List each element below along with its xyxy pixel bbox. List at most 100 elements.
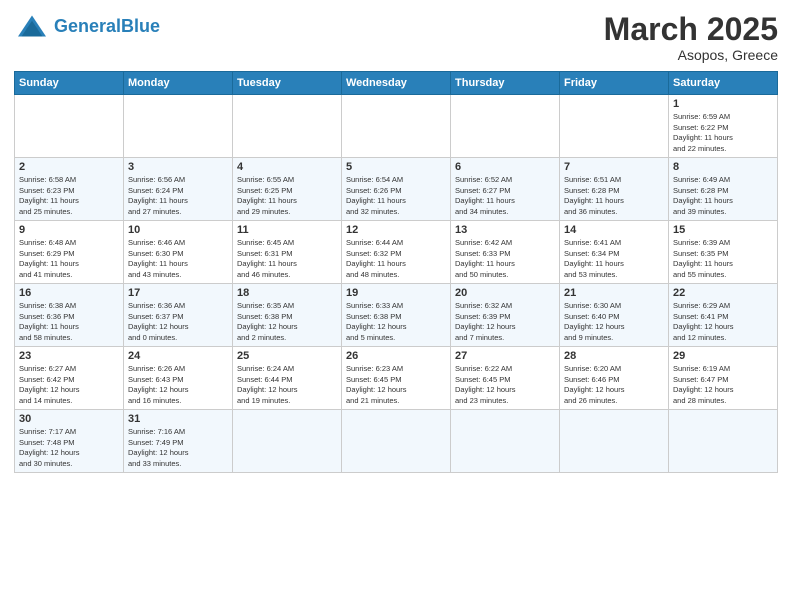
calendar-cell: 3 Sunrise: 6:56 AM Sunset: 6:24 PM Daylig… bbox=[124, 158, 233, 221]
day-info: Sunrise: 6:19 AM Sunset: 6:47 PM Dayligh… bbox=[673, 364, 773, 406]
day-info: Sunrise: 6:46 AM Sunset: 6:30 PM Dayligh… bbox=[128, 238, 228, 280]
day-info: Sunrise: 6:41 AM Sunset: 6:34 PM Dayligh… bbox=[564, 238, 664, 280]
day-number: 24 bbox=[128, 350, 228, 362]
day-number: 10 bbox=[128, 224, 228, 236]
day-info: Sunrise: 6:42 AM Sunset: 6:33 PM Dayligh… bbox=[455, 238, 555, 280]
day-number: 28 bbox=[564, 350, 664, 362]
calendar-cell: 26 Sunrise: 6:23 AM Sunset: 6:45 PM Dayli… bbox=[342, 347, 451, 410]
page-subtitle: Asopos, Greece bbox=[604, 47, 778, 63]
calendar-cell bbox=[560, 410, 669, 473]
calendar-cell: 29 Sunrise: 6:19 AM Sunset: 6:47 PM Dayli… bbox=[669, 347, 778, 410]
day-info: Sunrise: 6:51 AM Sunset: 6:28 PM Dayligh… bbox=[564, 175, 664, 217]
calendar-cell: 28 Sunrise: 6:20 AM Sunset: 6:46 PM Dayli… bbox=[560, 347, 669, 410]
day-number: 16 bbox=[19, 287, 119, 299]
page-title: March 2025 bbox=[604, 12, 778, 47]
day-info: Sunrise: 6:59 AM Sunset: 6:22 PM Dayligh… bbox=[673, 112, 773, 154]
day-number: 19 bbox=[346, 287, 446, 299]
logo-general: General bbox=[54, 16, 121, 36]
weekday-header-tuesday: Tuesday bbox=[233, 72, 342, 95]
day-number: 20 bbox=[455, 287, 555, 299]
weekday-header-wednesday: Wednesday bbox=[342, 72, 451, 95]
day-number: 31 bbox=[128, 413, 228, 425]
day-number: 27 bbox=[455, 350, 555, 362]
calendar-cell: 27 Sunrise: 6:22 AM Sunset: 6:45 PM Dayli… bbox=[451, 347, 560, 410]
day-info: Sunrise: 6:52 AM Sunset: 6:27 PM Dayligh… bbox=[455, 175, 555, 217]
day-info: Sunrise: 6:56 AM Sunset: 6:24 PM Dayligh… bbox=[128, 175, 228, 217]
day-number: 14 bbox=[564, 224, 664, 236]
weekday-header-friday: Friday bbox=[560, 72, 669, 95]
calendar-cell bbox=[233, 95, 342, 158]
calendar-cell bbox=[124, 95, 233, 158]
day-info: Sunrise: 7:16 AM Sunset: 7:49 PM Dayligh… bbox=[128, 427, 228, 469]
logo-blue: Blue bbox=[121, 16, 160, 36]
calendar-cell: 6 Sunrise: 6:52 AM Sunset: 6:27 PM Daylig… bbox=[451, 158, 560, 221]
logo-icon bbox=[14, 12, 50, 40]
day-info: Sunrise: 6:48 AM Sunset: 6:29 PM Dayligh… bbox=[19, 238, 119, 280]
logo: GeneralBlue bbox=[14, 12, 160, 40]
calendar-cell bbox=[560, 95, 669, 158]
calendar-cell: 15Sunrise: 6:39 AM Sunset: 6:35 PM Dayli… bbox=[669, 221, 778, 284]
day-number: 29 bbox=[673, 350, 773, 362]
weekday-header-monday: Monday bbox=[124, 72, 233, 95]
day-info: Sunrise: 6:22 AM Sunset: 6:45 PM Dayligh… bbox=[455, 364, 555, 406]
day-info: Sunrise: 6:35 AM Sunset: 6:38 PM Dayligh… bbox=[237, 301, 337, 343]
day-number: 7 bbox=[564, 161, 664, 173]
calendar-cell: 2Sunrise: 6:58 AM Sunset: 6:23 PM Daylig… bbox=[15, 158, 124, 221]
day-info: Sunrise: 6:54 AM Sunset: 6:26 PM Dayligh… bbox=[346, 175, 446, 217]
day-info: Sunrise: 7:17 AM Sunset: 7:48 PM Dayligh… bbox=[19, 427, 119, 469]
calendar-cell: 10 Sunrise: 6:46 AM Sunset: 6:30 PM Dayli… bbox=[124, 221, 233, 284]
calendar-cell bbox=[451, 95, 560, 158]
day-number: 13 bbox=[455, 224, 555, 236]
day-info: Sunrise: 6:44 AM Sunset: 6:32 PM Dayligh… bbox=[346, 238, 446, 280]
day-info: Sunrise: 6:33 AM Sunset: 6:38 PM Dayligh… bbox=[346, 301, 446, 343]
calendar-cell: 22Sunrise: 6:29 AM Sunset: 6:41 PM Dayli… bbox=[669, 284, 778, 347]
header: GeneralBlue March 2025 Asopos, Greece bbox=[14, 12, 778, 63]
calendar-table: SundayMondayTuesdayWednesdayThursdayFrid… bbox=[14, 71, 778, 473]
calendar-cell: 4Sunrise: 6:55 AM Sunset: 6:25 PM Daylig… bbox=[233, 158, 342, 221]
page: GeneralBlue March 2025 Asopos, Greece Su… bbox=[0, 0, 792, 612]
calendar-cell: 20 Sunrise: 6:32 AM Sunset: 6:39 PM Dayli… bbox=[451, 284, 560, 347]
weekday-header-sunday: Sunday bbox=[15, 72, 124, 95]
calendar-week-2: 2Sunrise: 6:58 AM Sunset: 6:23 PM Daylig… bbox=[15, 158, 778, 221]
day-number: 17 bbox=[128, 287, 228, 299]
calendar-cell: 18 Sunrise: 6:35 AM Sunset: 6:38 PM Dayli… bbox=[233, 284, 342, 347]
calendar-cell: 21Sunrise: 6:30 AM Sunset: 6:40 PM Dayli… bbox=[560, 284, 669, 347]
day-number: 15 bbox=[673, 224, 773, 236]
calendar-cell: 9 Sunrise: 6:48 AM Sunset: 6:29 PM Daylig… bbox=[15, 221, 124, 284]
calendar-header-row: SundayMondayTuesdayWednesdayThursdayFrid… bbox=[15, 72, 778, 95]
calendar-cell: 16Sunrise: 6:38 AM Sunset: 6:36 PM Dayli… bbox=[15, 284, 124, 347]
day-number: 3 bbox=[128, 161, 228, 173]
day-number: 18 bbox=[237, 287, 337, 299]
calendar-cell bbox=[669, 410, 778, 473]
day-number: 25 bbox=[237, 350, 337, 362]
logo-text: GeneralBlue bbox=[54, 17, 160, 35]
day-info: Sunrise: 6:23 AM Sunset: 6:45 PM Dayligh… bbox=[346, 364, 446, 406]
calendar-cell: 13 Sunrise: 6:42 AM Sunset: 6:33 PM Dayli… bbox=[451, 221, 560, 284]
day-info: Sunrise: 6:29 AM Sunset: 6:41 PM Dayligh… bbox=[673, 301, 773, 343]
day-number: 26 bbox=[346, 350, 446, 362]
calendar-cell: 12Sunrise: 6:44 AM Sunset: 6:32 PM Dayli… bbox=[342, 221, 451, 284]
calendar-cell bbox=[342, 95, 451, 158]
weekday-header-thursday: Thursday bbox=[451, 72, 560, 95]
day-info: Sunrise: 6:55 AM Sunset: 6:25 PM Dayligh… bbox=[237, 175, 337, 217]
calendar-week-5: 23Sunrise: 6:27 AM Sunset: 6:42 PM Dayli… bbox=[15, 347, 778, 410]
day-number: 21 bbox=[564, 287, 664, 299]
calendar-cell: 25Sunrise: 6:24 AM Sunset: 6:44 PM Dayli… bbox=[233, 347, 342, 410]
day-info: Sunrise: 6:45 AM Sunset: 6:31 PM Dayligh… bbox=[237, 238, 337, 280]
day-info: Sunrise: 6:27 AM Sunset: 6:42 PM Dayligh… bbox=[19, 364, 119, 406]
day-number: 9 bbox=[19, 224, 119, 236]
day-info: Sunrise: 6:20 AM Sunset: 6:46 PM Dayligh… bbox=[564, 364, 664, 406]
day-number: 11 bbox=[237, 224, 337, 236]
calendar-week-6: 30 Sunrise: 7:17 AM Sunset: 7:48 PM Dayli… bbox=[15, 410, 778, 473]
day-number: 8 bbox=[673, 161, 773, 173]
day-info: Sunrise: 6:32 AM Sunset: 6:39 PM Dayligh… bbox=[455, 301, 555, 343]
day-number: 30 bbox=[19, 413, 119, 425]
calendar-cell bbox=[15, 95, 124, 158]
calendar-cell: 1 Sunrise: 6:59 AM Sunset: 6:22 PM Daylig… bbox=[669, 95, 778, 158]
calendar-cell bbox=[233, 410, 342, 473]
day-number: 2 bbox=[19, 161, 119, 173]
day-number: 6 bbox=[455, 161, 555, 173]
calendar-cell: 30 Sunrise: 7:17 AM Sunset: 7:48 PM Dayli… bbox=[15, 410, 124, 473]
calendar-cell: 5Sunrise: 6:54 AM Sunset: 6:26 PM Daylig… bbox=[342, 158, 451, 221]
day-number: 1 bbox=[673, 98, 773, 110]
